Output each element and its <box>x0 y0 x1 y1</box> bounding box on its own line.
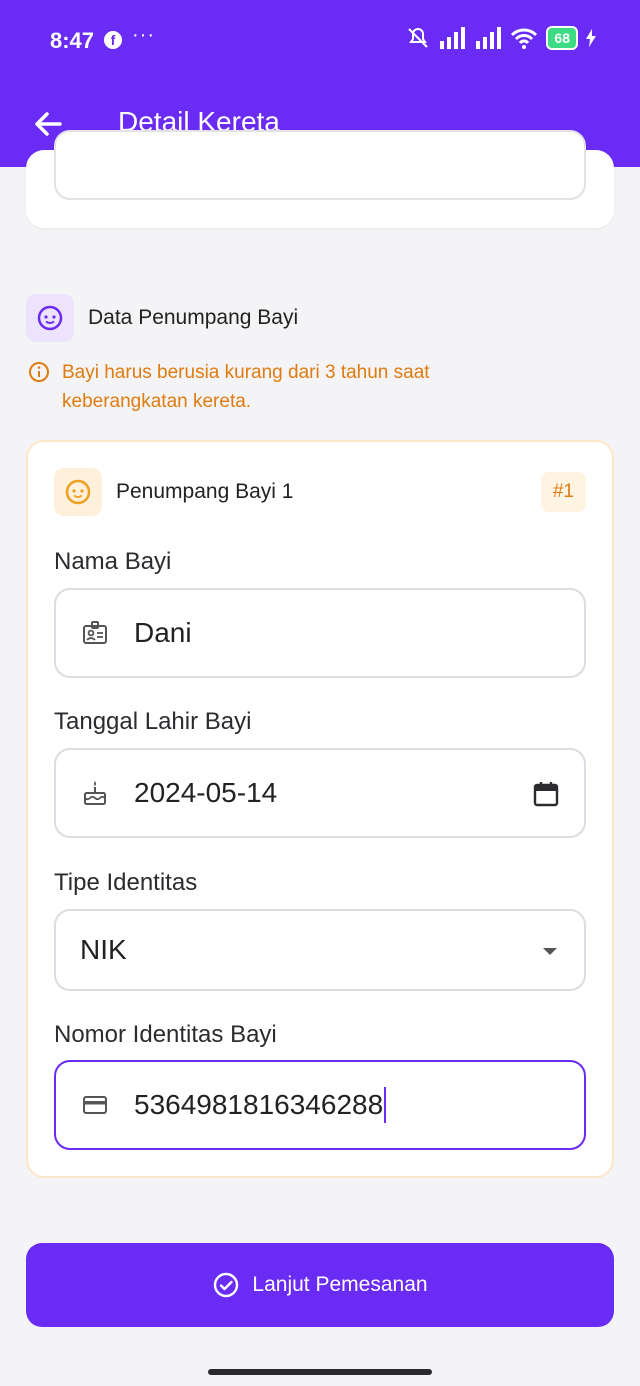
section-title: Data Penumpang Bayi <box>88 306 299 329</box>
info-icon <box>29 362 49 382</box>
signal-icon <box>440 27 466 49</box>
continue-booking-label: Lanjut Pemesanan <box>252 1273 428 1296</box>
calendar-icon[interactable] <box>532 780 560 813</box>
id-number-value: 5364981816346288 <box>134 1089 384 1120</box>
battery-level: 68 <box>546 26 578 50</box>
id-badge-icon <box>80 618 110 648</box>
dob-field[interactable]: 2024-05-14 <box>54 748 586 838</box>
passenger-card: Penumpang Bayi 1 #1 Nama Bayi Dani Tangg… <box>26 440 614 1178</box>
more-notifications-icon: ··· <box>132 24 155 46</box>
cake-icon <box>80 778 110 808</box>
signal-icon-2 <box>476 27 502 49</box>
mute-icon <box>408 27 429 48</box>
name-field[interactable]: Dani <box>54 588 586 678</box>
id-type-select[interactable]: NIK <box>54 909 586 991</box>
charging-icon <box>586 29 596 47</box>
previous-card <box>26 130 614 228</box>
section-header: Data Penumpang Bayi <box>26 294 298 342</box>
passenger-header: Penumpang Bayi 1 <box>54 468 293 516</box>
dob-value: 2024-05-14 <box>134 777 278 808</box>
baby-face-icon <box>65 479 91 505</box>
facebook-icon: f <box>104 31 122 49</box>
id-number-label: Nomor Identitas Bayi <box>54 1021 277 1048</box>
baby-face-icon <box>37 305 63 331</box>
id-type-value: NIK <box>80 934 127 965</box>
continue-booking-button[interactable]: Lanjut Pemesanan <box>26 1243 614 1327</box>
warning-text: Bayi harus berusia kurang dari 3 tahun s… <box>62 362 430 412</box>
text-cursor <box>384 1087 387 1123</box>
chevron-down-icon <box>540 941 560 966</box>
wifi-icon <box>511 28 538 49</box>
passenger-icon-tile <box>54 468 102 516</box>
id-number-field[interactable]: 5364981816346288 <box>54 1060 586 1150</box>
check-circle-icon <box>214 1272 239 1298</box>
baby-icon-tile <box>26 294 74 342</box>
name-label: Nama Bayi <box>54 548 172 575</box>
dob-label: Tanggal Lahir Bayi <box>54 708 252 735</box>
id-type-label: Tipe Identitas <box>54 869 198 896</box>
previous-input-field[interactable] <box>54 130 586 200</box>
passenger-title: Penumpang Bayi 1 <box>116 480 294 503</box>
status-bar: 8:47 f ··· 68 <box>0 0 640 84</box>
card-icon <box>80 1090 110 1120</box>
passenger-number-badge: #1 <box>540 472 586 512</box>
age-warning: Bayi harus berusia kurang dari 3 tahun s… <box>28 358 508 416</box>
status-icons: 68 <box>406 26 596 50</box>
status-time: 8:47 <box>50 28 95 53</box>
home-indicator[interactable] <box>208 1369 432 1375</box>
name-value: Dani <box>134 617 192 648</box>
